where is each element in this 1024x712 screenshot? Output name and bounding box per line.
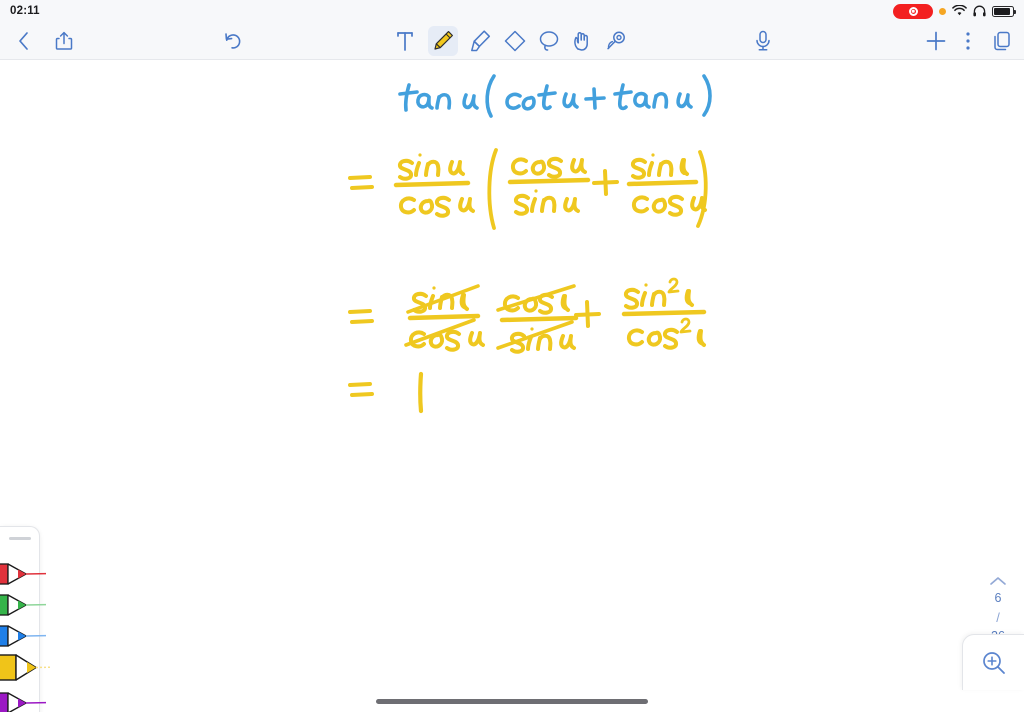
back-chevron-icon [19,31,28,50]
pencil-tool-icon [433,31,453,50]
pen-purple[interactable] [0,690,46,712]
undo-button[interactable] [219,26,249,56]
tool-highlighter[interactable] [465,26,495,56]
tool-text[interactable] [390,26,420,56]
add-page-button[interactable] [921,26,951,56]
text-tool-icon [397,31,413,51]
zoom-in-button[interactable] [962,634,1024,690]
current-page-number[interactable]: 6 [995,592,1002,605]
hand-tool-icon [574,31,588,51]
microphone-button[interactable] [748,26,778,56]
undo-icon [225,32,241,49]
share-button[interactable] [49,26,79,56]
status-icons-group [893,3,1016,19]
pen-blue[interactable] [0,623,46,649]
microphone-icon [756,30,770,51]
status-bar: 02:11 [0,0,1024,22]
wifi-icon [952,5,967,16]
laser-pointer-tool-icon [607,31,625,49]
share-icon [55,31,73,50]
zoom-in-icon [982,651,1005,674]
status-time: 02:11 [10,5,40,17]
page-thumbnails-icon [994,31,1010,50]
page-separator: / [996,609,1000,625]
ink-line-1 [398,58,712,118]
pen-yellow-selected[interactable] [0,652,52,684]
ink-line-2 [348,138,718,233]
highlighter-tool-icon [470,29,490,51]
page-up-chevron-icon[interactable] [989,576,1007,586]
notes-app-window: 02:11 6 / [0,0,1024,712]
battery-icon [992,5,1016,17]
back-button[interactable] [9,26,39,56]
tool-hand[interactable] [568,26,598,56]
lasso-tool-icon [539,30,559,51]
pen-color-palette[interactable] [0,526,52,712]
more-options-button[interactable] [953,26,983,56]
tool-lasso[interactable] [534,26,564,56]
tool-laser[interactable] [601,26,631,56]
page-thumbnails-button[interactable] [987,26,1017,56]
eraser-tool-icon [504,30,526,51]
record-pill-icon[interactable] [893,3,933,19]
tool-pen[interactable] [428,25,458,56]
pen-green[interactable] [0,592,46,618]
headphones-icon [973,5,986,17]
ink-line-4 [348,365,468,435]
palette-drag-handle[interactable] [8,537,31,540]
pen-red[interactable] [0,561,46,587]
more-options-icon [966,31,970,50]
ink-line-3 [348,250,718,355]
tool-eraser[interactable] [500,26,530,56]
home-indicator[interactable] [376,699,648,704]
note-canvas[interactable]: 6 / 26 [0,60,1024,712]
main-toolbar [0,22,1024,60]
add-page-icon [926,31,946,50]
orange-privacy-dot-icon [939,7,946,15]
